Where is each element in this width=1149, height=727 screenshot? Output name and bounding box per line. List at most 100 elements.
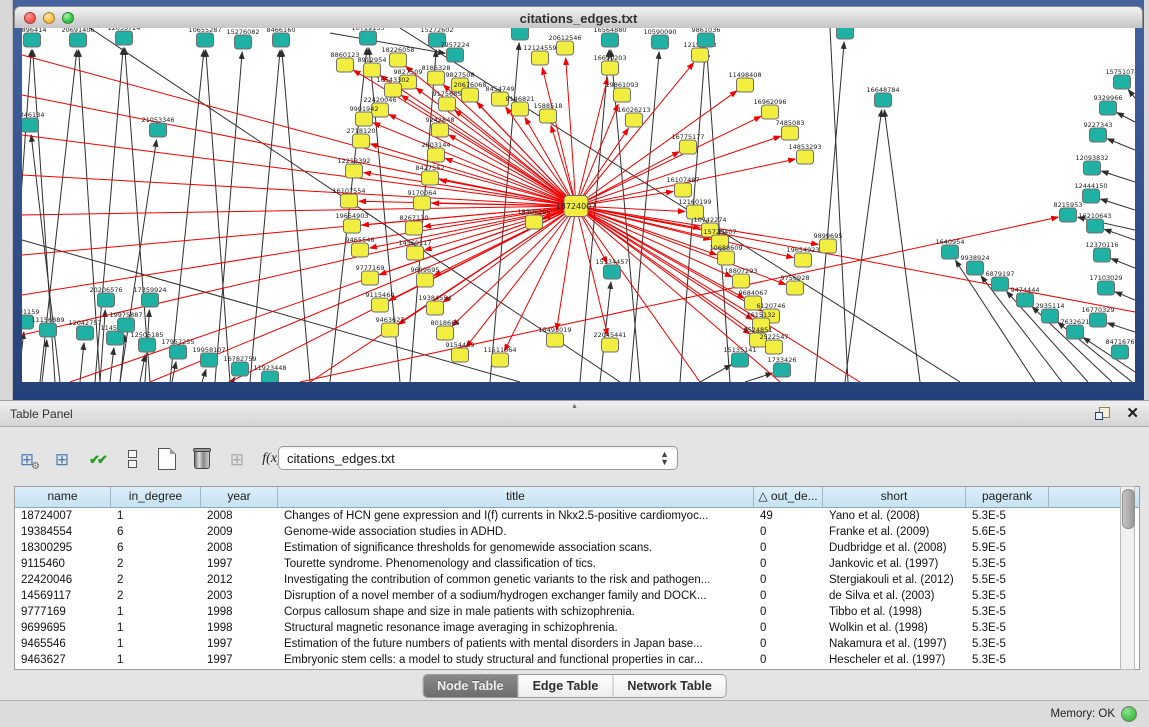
graph-node-19384554[interactable] xyxy=(427,301,444,315)
graph-node-16564880[interactable] xyxy=(602,33,619,47)
graph-node-10590090[interactable] xyxy=(652,35,669,49)
graph-node-20206576[interactable] xyxy=(98,293,115,307)
graph-node-11511064[interactable] xyxy=(492,353,509,367)
graph-node-8860123[interactable] xyxy=(337,58,354,72)
graph-node-16775177[interactable] xyxy=(680,140,697,154)
graph-node-15723059[interactable] xyxy=(512,28,529,40)
graph-node-14853293[interactable] xyxy=(797,150,814,164)
graph-node-9901942[interactable] xyxy=(356,112,373,126)
graph-node-10655287[interactable] xyxy=(197,33,214,47)
graph-node-9756928[interactable] xyxy=(787,281,804,295)
graph-node-11498408[interactable] xyxy=(737,78,754,92)
graph-node-21053346[interactable] xyxy=(150,123,167,137)
graph-node-1640954[interactable] xyxy=(942,245,959,259)
graph-node-7957224[interactable] xyxy=(447,48,464,62)
table-row[interactable]: 969969511998Structural magnetic resonanc… xyxy=(15,620,1139,636)
graph-node-20612546[interactable] xyxy=(557,41,574,55)
graph-node-8018666[interactable] xyxy=(437,326,454,340)
graph-node-9465546[interactable] xyxy=(352,243,369,257)
graph-node-16690203[interactable] xyxy=(602,61,619,75)
graph-node-8215953[interactable] xyxy=(1060,208,1077,222)
graph-node-9146821[interactable] xyxy=(512,102,529,116)
graph-node-18300295[interactable] xyxy=(526,215,543,229)
column-header[interactable]: pagerank xyxy=(966,487,1049,507)
tab-edge-table[interactable]: Edge Table xyxy=(519,675,614,697)
graph-node-16648784[interactable] xyxy=(875,93,892,107)
graph-node-1588518[interactable] xyxy=(540,109,557,123)
graph-node-12370116[interactable] xyxy=(1094,248,1111,262)
graph-node-9899695[interactable] xyxy=(820,239,837,253)
graph-node-1145194[interactable] xyxy=(107,331,124,345)
graph-node-15276082[interactable] xyxy=(235,35,252,49)
table-row[interactable]: 1456911722003Disruption of a novel membe… xyxy=(15,588,1139,604)
graph-node-8267130[interactable] xyxy=(406,221,423,235)
table-row[interactable]: 911546021997Tourette syndrome. Phenomeno… xyxy=(15,556,1139,572)
zoom-window-icon[interactable] xyxy=(62,12,74,24)
graph-node-8813074[interactable] xyxy=(837,28,854,39)
graph-node-12055724[interactable] xyxy=(116,31,133,45)
close-window-icon[interactable] xyxy=(24,12,36,24)
network-window-titlebar[interactable]: citations_edges.txt xyxy=(14,6,1143,30)
graph-node-16543302[interactable] xyxy=(385,83,402,97)
scrollbar-thumb[interactable] xyxy=(1122,489,1135,529)
graph-node-7632621[interactable] xyxy=(1067,325,1084,339)
graph-node-19654903[interactable] xyxy=(344,219,361,233)
graph-node-10688609[interactable] xyxy=(718,251,735,265)
new-table-button[interactable] xyxy=(154,446,180,472)
tab-network-table[interactable]: Network Table xyxy=(613,675,726,697)
graph-node-2718120[interactable] xyxy=(353,134,370,148)
table-row[interactable]: 1938455462009Genome-wide association stu… xyxy=(15,524,1139,540)
graph-node-9154469[interactable] xyxy=(452,348,469,362)
graph-node-19975887[interactable] xyxy=(118,318,135,332)
graph-node-9938924[interactable] xyxy=(967,261,984,275)
graph-node-17103029[interactable] xyxy=(1098,281,1115,295)
graph-node-20691406[interactable] xyxy=(70,33,87,47)
graph-node-11923448[interactable] xyxy=(262,371,279,382)
graph-node-14569117[interactable] xyxy=(407,246,424,260)
graph-node-17359924[interactable] xyxy=(142,293,159,307)
delete-rows-button[interactable] xyxy=(189,446,215,472)
table-panel-header[interactable]: ▴ Table Panel ✕ xyxy=(0,400,1149,427)
table-row[interactable]: 2242004622012Investigating the contribut… xyxy=(15,572,1139,588)
column-header[interactable]: short xyxy=(823,487,966,507)
graph-node-9170064[interactable] xyxy=(414,196,431,210)
graph-node-22045441[interactable] xyxy=(602,338,619,352)
graph-node-7485083[interactable] xyxy=(782,126,799,140)
graph-node-18807293[interactable] xyxy=(733,274,750,288)
table-row[interactable]: 946554611997Estimation of the future num… xyxy=(15,636,1139,652)
graph-node-6879197[interactable] xyxy=(992,277,1009,291)
minimize-window-icon[interactable] xyxy=(43,12,55,24)
graph-node-12042757[interactable] xyxy=(77,326,94,340)
graph-node-12124559[interactable] xyxy=(532,51,549,65)
graph-node-16026213[interactable] xyxy=(626,113,643,127)
graph-node-18226058[interactable] xyxy=(390,53,407,67)
graph-node-9699695[interactable] xyxy=(417,273,434,287)
graph-node-1846134[interactable] xyxy=(22,118,39,132)
graph-node-8466160[interactable] xyxy=(273,33,290,47)
graph-node-12444150[interactable] xyxy=(1083,189,1100,203)
graph-node-9175685[interactable] xyxy=(439,97,456,111)
select-all-button[interactable]: ✔✔ xyxy=(84,446,110,472)
graph-node-9227343[interactable] xyxy=(1090,128,1107,142)
graph-node-9861036[interactable] xyxy=(698,33,715,47)
graph-node-16782759[interactable] xyxy=(232,362,249,376)
column-header[interactable]: in_degree xyxy=(111,487,201,507)
unselect-all-button[interactable] xyxy=(119,446,145,472)
column-header[interactable]: year xyxy=(201,487,278,507)
graph-node-10719135[interactable] xyxy=(360,31,377,45)
graph-node-9329966[interactable] xyxy=(1100,101,1117,115)
tab-node-table[interactable]: Node Table xyxy=(423,675,518,697)
column-header[interactable]: △ out_de... xyxy=(754,487,823,507)
table-row[interactable]: 1872400712008Changes of HCN gene express… xyxy=(15,508,1139,524)
graph-node-19654923[interactable] xyxy=(795,253,812,267)
graph-node-9474444[interactable] xyxy=(1017,293,1034,307)
graph-node-19861093[interactable] xyxy=(614,88,631,102)
graph-node-15134457[interactable] xyxy=(604,265,621,279)
graph-node-8471676[interactable] xyxy=(1112,345,1129,359)
table-row[interactable]: 946362711997Embryonic stem cells: a mode… xyxy=(15,652,1139,668)
graph-node-19958107[interactable] xyxy=(201,353,218,367)
delete-table-button[interactable]: ⊞ xyxy=(224,446,250,472)
panel-resize-handle[interactable]: ▴ xyxy=(572,401,576,410)
graph-node-9777169[interactable] xyxy=(362,271,379,285)
column-header[interactable]: name xyxy=(15,487,111,507)
